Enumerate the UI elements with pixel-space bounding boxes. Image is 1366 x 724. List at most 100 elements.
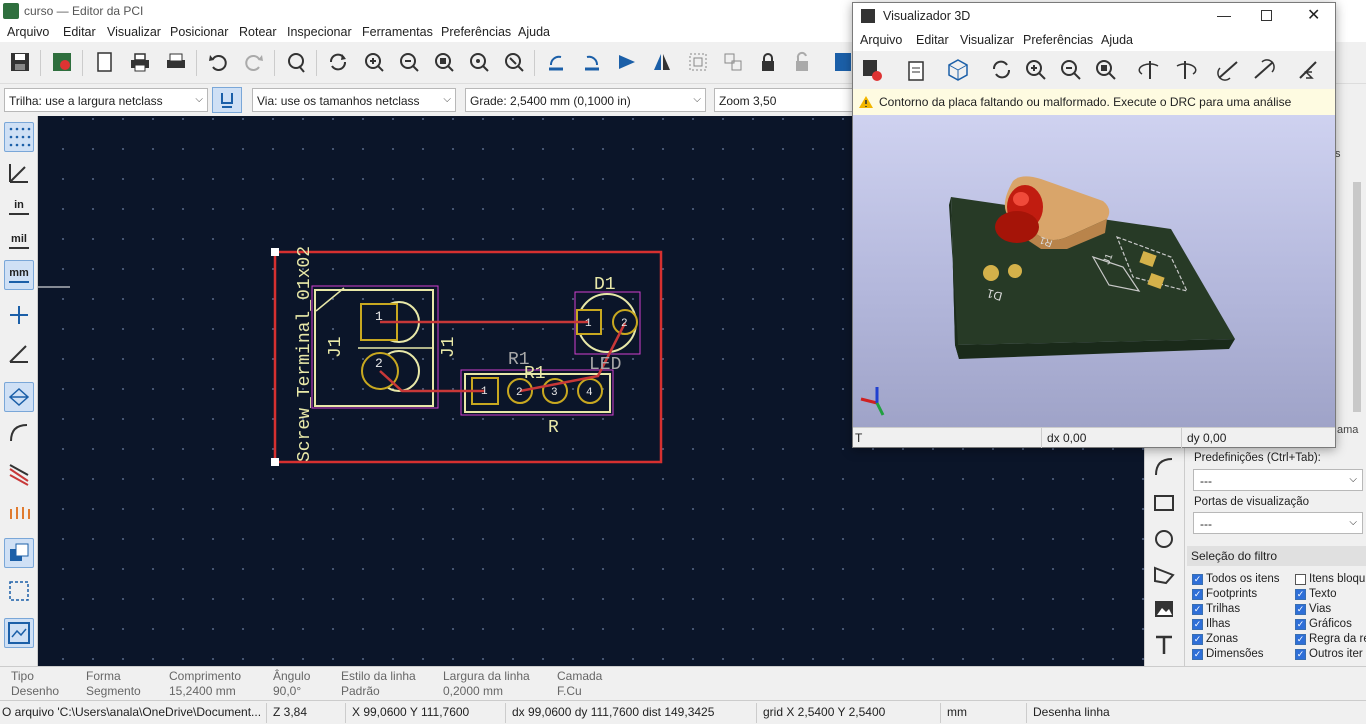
viewer3d-canvas[interactable]: D1 R1 J1 (853, 115, 1335, 427)
viewer3d-window[interactable]: Visualizador 3D — ✕ Arquivo Editar Visua… (852, 2, 1336, 448)
redo-icon[interactable] (240, 48, 268, 76)
filter-checkbox[interactable]: ✓ Ilhas (1192, 618, 1230, 630)
checkbox-checked-icon[interactable]: ✓ (1295, 603, 1306, 615)
checkbox-checked-icon[interactable]: ✓ (1192, 603, 1203, 615)
viewer3d-menu-visualizar[interactable]: Visualizar (960, 33, 1014, 47)
zoom-select[interactable]: Zoom 3,50 (714, 88, 854, 112)
draw-rectangle-icon[interactable] (1149, 488, 1179, 518)
draw-arc-icon[interactable] (1149, 452, 1179, 482)
checkbox-checked-icon[interactable]: ✓ (1295, 618, 1306, 630)
via-size-select[interactable]: Via: use os tamanhos netclass ⌵ (252, 88, 456, 112)
menu-preferencias[interactable]: Preferências (441, 25, 511, 39)
viewer3d-menu-preferencias[interactable]: Preferências (1023, 33, 1093, 47)
undo-icon[interactable] (204, 48, 232, 76)
viewer3d-menu-arquivo[interactable]: Arquivo (860, 33, 902, 47)
rotate-cw-icon[interactable] (578, 48, 606, 76)
viewer3d-redraw-icon[interactable] (987, 55, 1017, 85)
checkbox-unchecked-icon[interactable] (1295, 573, 1306, 585)
maximize-icon[interactable] (1261, 10, 1272, 21)
cursor-shape-icon[interactable] (4, 300, 34, 330)
units-mm-button[interactable]: mm (4, 260, 34, 290)
filter-checkbox[interactable]: ✓ Footprints (1192, 588, 1257, 600)
grid-toggle-icon[interactable] (4, 122, 34, 152)
minimize-icon[interactable]: — (1217, 7, 1231, 23)
lock-icon[interactable] (754, 48, 782, 76)
menu-ajuda[interactable]: Ajuda (518, 25, 550, 39)
filter-checkbox[interactable]: ✓ Dimensões (1192, 648, 1264, 660)
page-settings-icon[interactable] (90, 48, 118, 76)
plot-icon[interactable] (162, 48, 190, 76)
ungroup-icon[interactable] (719, 48, 747, 76)
panel-scrollbar[interactable] (1353, 182, 1361, 412)
menu-ferramentas[interactable]: Ferramentas (362, 25, 433, 39)
zoom-in-icon[interactable] (360, 48, 388, 76)
filter-checkbox[interactable]: ✓ Texto (1295, 588, 1337, 600)
viewports-select[interactable]: --- ⌵ (1193, 512, 1363, 534)
filter-checkbox[interactable]: ✓ Regra da re (1295, 633, 1366, 645)
rotate-x-cw-icon[interactable] (1135, 55, 1165, 85)
unlock-icon[interactable] (788, 48, 816, 76)
copy-image-icon[interactable] (901, 55, 931, 85)
viewer3d-menu-editar[interactable]: Editar (916, 33, 949, 47)
mirror-h-icon[interactable] (648, 48, 676, 76)
zoom-out-icon[interactable] (395, 48, 423, 76)
rotate-ccw-icon[interactable] (542, 48, 570, 76)
checkbox-checked-icon[interactable]: ✓ (1192, 648, 1203, 660)
checkbox-checked-icon[interactable]: ✓ (1295, 633, 1306, 645)
checkbox-checked-icon[interactable]: ✓ (1295, 588, 1306, 600)
board-setup-icon[interactable] (48, 48, 76, 76)
menu-visualizar[interactable]: Visualizar (107, 25, 161, 39)
viewer3d-zoom-out-icon[interactable] (1056, 55, 1086, 85)
angle-icon[interactable] (4, 338, 34, 368)
rotate-x-ccw-icon[interactable] (1170, 55, 1200, 85)
add-image-icon[interactable] (1149, 594, 1179, 624)
checkbox-checked-icon[interactable]: ✓ (1192, 573, 1203, 585)
viewer3d-menu-ajuda[interactable]: Ajuda (1101, 33, 1133, 47)
find-icon[interactable] (282, 48, 310, 76)
rotate-z-icon[interactable] (1293, 55, 1323, 85)
print-icon[interactable] (126, 48, 154, 76)
group-icon[interactable] (684, 48, 712, 76)
checkbox-checked-icon[interactable]: ✓ (1295, 648, 1306, 660)
pads-sketch-icon[interactable] (4, 496, 34, 526)
draw-circle-icon[interactable] (1149, 524, 1179, 554)
menu-rotear[interactable]: Rotear (239, 25, 277, 39)
high-contrast-icon[interactable] (4, 538, 34, 568)
menu-arquivo[interactable]: Arquivo (7, 25, 49, 39)
ratsnest-icon[interactable] (4, 382, 34, 412)
zoom-objects-icon[interactable] (465, 48, 493, 76)
menu-inspecionar[interactable]: Inspecionar (287, 25, 352, 39)
appearance-panel-icon[interactable] (4, 618, 34, 648)
checkbox-checked-icon[interactable]: ✓ (1192, 588, 1203, 600)
viewer3d-zoom-in-icon[interactable] (1021, 55, 1051, 85)
raytrace-icon[interactable] (943, 55, 973, 85)
add-text-icon[interactable] (1149, 630, 1179, 660)
rotate-y-ccw-icon[interactable] (1249, 55, 1279, 85)
filter-checkbox[interactable]: ✓ Trilhas (1192, 603, 1240, 615)
units-inch-button[interactable]: in (4, 192, 34, 222)
close-icon[interactable]: ✕ (1307, 5, 1320, 25)
presets-select[interactable]: --- ⌵ (1193, 469, 1363, 491)
filter-checkbox[interactable]: ✓ Gráficos (1295, 618, 1352, 630)
save-icon[interactable] (6, 48, 34, 76)
filter-checkbox[interactable]: ✓ Zonas (1192, 633, 1238, 645)
menu-editar[interactable]: Editar (63, 25, 96, 39)
draw-polygon-icon[interactable] (1149, 560, 1179, 590)
board-outline-icon[interactable] (4, 576, 34, 606)
menu-posicionar[interactable]: Posicionar (170, 25, 228, 39)
mirror-v-icon[interactable] (613, 48, 641, 76)
rotate-y-cw-icon[interactable] (1213, 55, 1243, 85)
auto-track-width-icon[interactable] (212, 87, 242, 113)
filter-checkbox[interactable]: ✓ Todos os itens (1192, 573, 1280, 585)
checkbox-checked-icon[interactable]: ✓ (1192, 633, 1203, 645)
filter-checkbox[interactable]: ✓ Vias (1295, 603, 1331, 615)
show-zones-icon[interactable] (4, 460, 34, 490)
curved-ratsnest-icon[interactable] (4, 418, 34, 448)
filter-checkbox[interactable]: ✓ Outros iter (1295, 648, 1363, 660)
redraw-icon[interactable] (324, 48, 352, 76)
grid-select[interactable]: Grade: 2,5400 mm (0,1000 in) ⌵ (465, 88, 706, 112)
track-width-select[interactable]: Trilha: use a largura netclass ⌵ (4, 88, 208, 112)
viewer3d-zoom-fit-icon[interactable] (1091, 55, 1121, 85)
reload-board-icon[interactable] (857, 55, 887, 85)
zoom-fit-icon[interactable] (430, 48, 458, 76)
